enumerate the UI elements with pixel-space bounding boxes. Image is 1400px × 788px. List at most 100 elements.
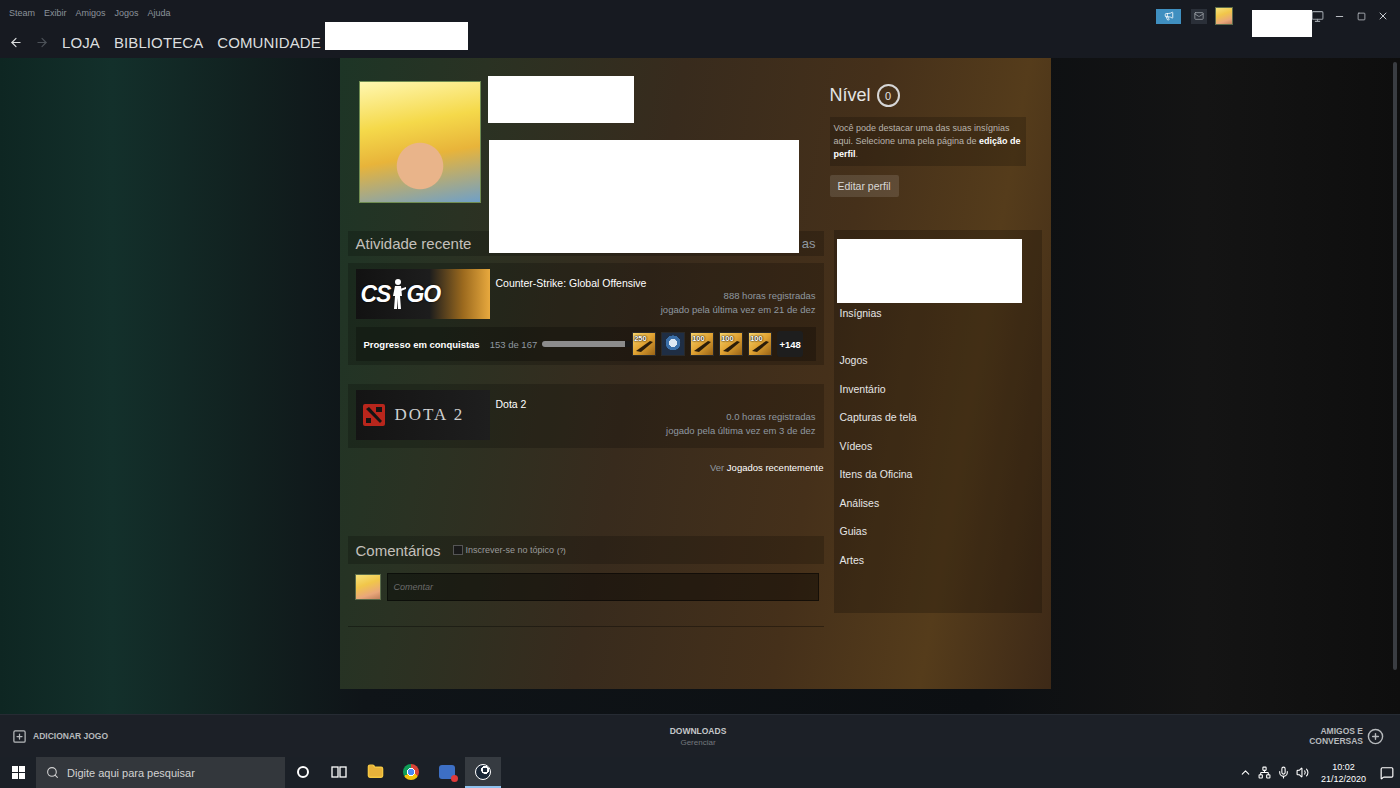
downloads-title: DOWNLOADS [670, 726, 727, 736]
arrow-left-icon [9, 35, 23, 50]
start-button[interactable] [0, 757, 36, 788]
checkbox[interactable] [453, 545, 463, 555]
maximize-button[interactable] [1354, 9, 1368, 23]
edit-profile-link[interactable]: edição de perfil [834, 136, 1021, 159]
soldier-icon [390, 277, 406, 311]
game-row: CSGOCounter-Strike: Global Offensive888 … [356, 269, 816, 319]
minimize-button[interactable] [1332, 9, 1346, 23]
achievement-icon-label: 250 [634, 334, 647, 343]
announcements-button[interactable] [1156, 9, 1181, 24]
mail-icon [1194, 11, 1204, 21]
game-last-played: jogado pela última vez em 21 de dez [496, 303, 816, 317]
big-picture-icon[interactable] [1311, 10, 1324, 23]
profile-level-area: Nível0Você pode destacar uma das suas in… [830, 58, 1040, 231]
menu-item[interactable]: Exibir [44, 8, 67, 18]
notifications-button[interactable] [1191, 9, 1207, 24]
taskbar-search[interactable]: Digite aqui para pesquisar [36, 757, 285, 788]
menu-item[interactable]: Amigos [76, 8, 106, 18]
menu-item[interactable]: Jogos [115, 8, 139, 18]
game-banner[interactable]: DOTA 2 [356, 390, 490, 440]
close-button[interactable] [1376, 9, 1390, 23]
folder-icon [367, 763, 384, 780]
game-last-played: jogado pela última vez em 3 de dez [496, 424, 816, 438]
game-banner[interactable]: CSGO [356, 269, 490, 319]
network-icon[interactable] [1258, 766, 1271, 779]
achievement-icon[interactable]: 100 [690, 332, 714, 356]
nav-tab[interactable]: LOJA [62, 34, 100, 51]
sidebar-item[interactable]: Análises [837, 489, 1042, 518]
achievement-icon-label: 100 [692, 334, 705, 343]
comments-header: ComentáriosInscrever-se no tópico(?) [348, 536, 824, 564]
microphone-icon[interactable] [1277, 766, 1290, 779]
friends-label: AMIGOS ECONVERSAS [1309, 726, 1363, 746]
edit-profile-button[interactable]: Editar perfil [830, 175, 899, 197]
game-name[interactable]: Counter-Strike: Global Offensive [496, 277, 816, 289]
menu-item[interactable]: Ajuda [148, 8, 171, 18]
taskbar-app[interactable] [393, 757, 429, 788]
sidebar-item[interactable]: Itens da Oficina [837, 460, 1042, 489]
banner-text: DOTA 2 [395, 405, 465, 425]
forward-button[interactable] [35, 35, 49, 50]
achievement-count: 153 de 167 [490, 339, 538, 350]
menu-item[interactable]: Steam [9, 8, 35, 18]
search-icon [46, 766, 59, 779]
sidebar-item[interactable]: Capturas de tela [837, 403, 1042, 432]
notification-center-icon[interactable] [1380, 766, 1394, 780]
help-mark[interactable]: (?) [557, 547, 566, 554]
add-game-button[interactable]: ADICIONAR JOGO [12, 729, 670, 744]
account-avatar[interactable] [1215, 7, 1233, 25]
steam-icon [475, 764, 491, 780]
sidebar-item[interactable]: Inventário [837, 375, 1042, 404]
system-tray: 10:0221/12/2020 [1239, 761, 1400, 785]
chrome-icon [403, 764, 419, 780]
taskbar-app[interactable] [429, 757, 465, 788]
game-name[interactable]: Dota 2 [496, 398, 816, 410]
minimize-icon [1334, 11, 1345, 22]
nav-tab[interactable]: BIBLIOTECA [114, 34, 203, 51]
steam-window: Steam Exibir Amigos Jogos Ajuda LOJA BIBLIOTEC… [0, 0, 1400, 788]
profile-avatar [359, 81, 481, 203]
plus-icon [12, 729, 27, 744]
badge-hint: Você pode destacar uma das suas insígnia… [830, 117, 1026, 166]
sidebar-item[interactable]: Vídeos [837, 432, 1042, 461]
level-badge: 0 [877, 84, 900, 107]
game-info: Dota 20.0 horas registradasjogado pela ú… [496, 390, 816, 440]
steam-bottom-bar: ADICIONAR JOGODOWNLOADS Gerenciar AMIGOS E… [0, 714, 1400, 757]
main-column: Atividade recenteasCSGOCounter-Strike: G… [348, 231, 824, 627]
megaphone-icon [1164, 11, 1174, 21]
clock[interactable]: 10:0221/12/2020 [1321, 761, 1366, 785]
badges-link[interactable]: Insígnias [837, 306, 1042, 320]
achievement-icon[interactable]: 100 [719, 332, 743, 356]
subscribe-checkbox[interactable]: Inscrever-se no tópico(?) [453, 545, 566, 555]
achievement-icon[interactable]: 100 [748, 332, 772, 356]
taskbar-app[interactable] [465, 757, 501, 788]
downloads-subtitle: Gerenciar [680, 738, 715, 747]
nav-tab[interactable]: COMUNIDADE [217, 34, 321, 51]
banner-text: CS [361, 281, 391, 308]
achievement-bar [542, 341, 632, 347]
achievement-icon[interactable] [661, 332, 685, 356]
cortana-icon [297, 766, 309, 778]
sidebar-item[interactable]: Artes [837, 546, 1042, 575]
messenger-icon [439, 765, 455, 779]
speaker-icon[interactable] [1296, 766, 1309, 779]
downloads-button[interactable]: DOWNLOADS Gerenciar [670, 726, 727, 747]
redaction-block [488, 76, 634, 123]
back-button[interactable] [9, 35, 23, 50]
close-icon [1377, 10, 1389, 22]
comment-input[interactable]: Comentar [387, 573, 819, 601]
nav-tabs: LOJA BIBLIOTECA COMUNIDADE [62, 34, 321, 51]
sidebar-list: JogosInventárioCapturas de telaVídeosIte… [837, 346, 1042, 574]
scrollbar[interactable] [1393, 62, 1397, 670]
taskbar-app[interactable] [357, 757, 393, 788]
sidebar-item[interactable]: Guias [837, 517, 1042, 546]
taskbar-app[interactable] [321, 757, 357, 788]
sidebar-item[interactable]: Jogos [837, 346, 1042, 375]
taskbar-app[interactable] [285, 757, 321, 788]
achievement-more[interactable]: +148 [777, 331, 803, 357]
chevron-up-icon[interactable] [1239, 766, 1252, 779]
achievement-icon[interactable]: 250 [632, 332, 656, 356]
friends-button[interactable]: AMIGOS ECONVERSAS [1309, 726, 1384, 746]
recent-games-link[interactable]: Ver Jogados recentemente [348, 462, 824, 474]
achievement-icon-label: 100 [721, 334, 734, 343]
